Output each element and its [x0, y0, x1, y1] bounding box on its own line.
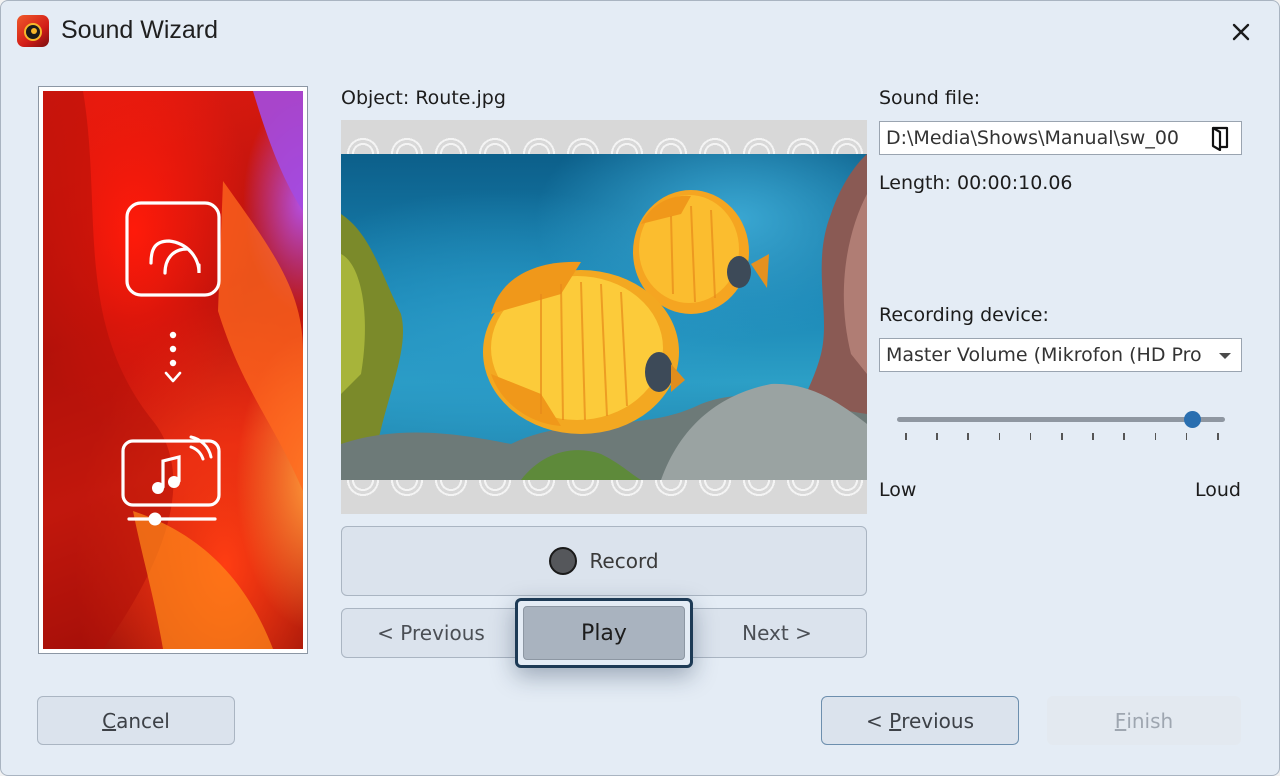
recording-device-select[interactable]: Master Volume (Mikrofon (HD Pro [879, 338, 1242, 372]
sound-file-input[interactable] [880, 122, 1202, 154]
arrow-down-icon [164, 331, 182, 383]
open-folder-icon [1211, 126, 1229, 152]
record-button[interactable]: Record [341, 526, 867, 596]
loud-label: Loud [1195, 479, 1241, 501]
close-icon [1232, 23, 1250, 41]
image-preview [341, 120, 867, 514]
sound-wizard-dialog: Sound Wizard Object: Route.jpg Record < … [0, 0, 1280, 776]
volume-slider-ticks [897, 433, 1225, 443]
recording-device-label: Recording device: [879, 304, 1049, 326]
finish-button[interactable]: Finish [1047, 696, 1241, 745]
music-device-icon [121, 435, 221, 526]
preview-pattern-bottom [341, 480, 867, 514]
preview-photo [341, 154, 867, 480]
cancel-label: ancel [116, 708, 170, 733]
wizard-side-panel [38, 86, 308, 654]
sound-file-label: Sound file: [879, 87, 981, 109]
volume-tick [1092, 433, 1094, 440]
volume-tick [905, 433, 907, 440]
previous-step-label: revious [901, 708, 974, 733]
previous-step-button[interactable]: < Previous [821, 696, 1019, 745]
play-button-focus-ring: Play [515, 598, 693, 668]
play-button[interactable]: Play [523, 606, 685, 660]
volume-tick [967, 433, 969, 440]
recording-device-value: Master Volume (Mikrofon (HD Pro [886, 344, 1202, 366]
chevron-down-icon [1219, 353, 1231, 359]
play-label: Play [581, 620, 627, 646]
object-label: Object: Route.jpg [341, 87, 506, 109]
low-label: Low [879, 479, 917, 501]
record-dot-icon [549, 547, 578, 575]
volume-tick [1154, 433, 1157, 440]
previous-step-mnemonic: P [889, 708, 902, 733]
volume-tick [1123, 433, 1125, 440]
volume-tick [998, 433, 1001, 440]
next-image-label: Next > [742, 621, 812, 645]
volume-tick [936, 433, 938, 440]
finish-mnemonic: F [1114, 708, 1127, 733]
cancel-mnemonic: C [102, 708, 117, 733]
volume-tick [1217, 433, 1219, 440]
title-bar: Sound Wizard [1, 1, 1279, 63]
next-image-button[interactable]: Next > [687, 608, 867, 658]
camera-icon [125, 201, 221, 297]
window-title: Sound Wizard [61, 16, 219, 44]
cancel-button[interactable]: Cancel [37, 696, 235, 745]
volume-slider-thumb[interactable] [1184, 411, 1202, 428]
browse-button[interactable] [1207, 125, 1233, 152]
finish-label: inish [1126, 708, 1174, 733]
preview-pattern-top [341, 120, 867, 154]
volume-tick [1061, 433, 1063, 440]
close-button[interactable] [1223, 15, 1259, 49]
wizard-illustration [43, 91, 303, 649]
app-icon [17, 15, 49, 47]
sound-file-field [879, 121, 1242, 155]
length-text: Length: 00:00:10.06 [879, 172, 1073, 194]
volume-slider-track [897, 417, 1225, 422]
previous-image-label: < Previous [377, 621, 485, 645]
previous-image-button[interactable]: < Previous [341, 608, 521, 658]
record-label: Record [589, 549, 659, 573]
previous-step-prefix: < [866, 708, 890, 733]
volume-slider[interactable] [897, 405, 1225, 445]
volume-tick [1029, 433, 1032, 440]
volume-tick [1185, 433, 1188, 440]
